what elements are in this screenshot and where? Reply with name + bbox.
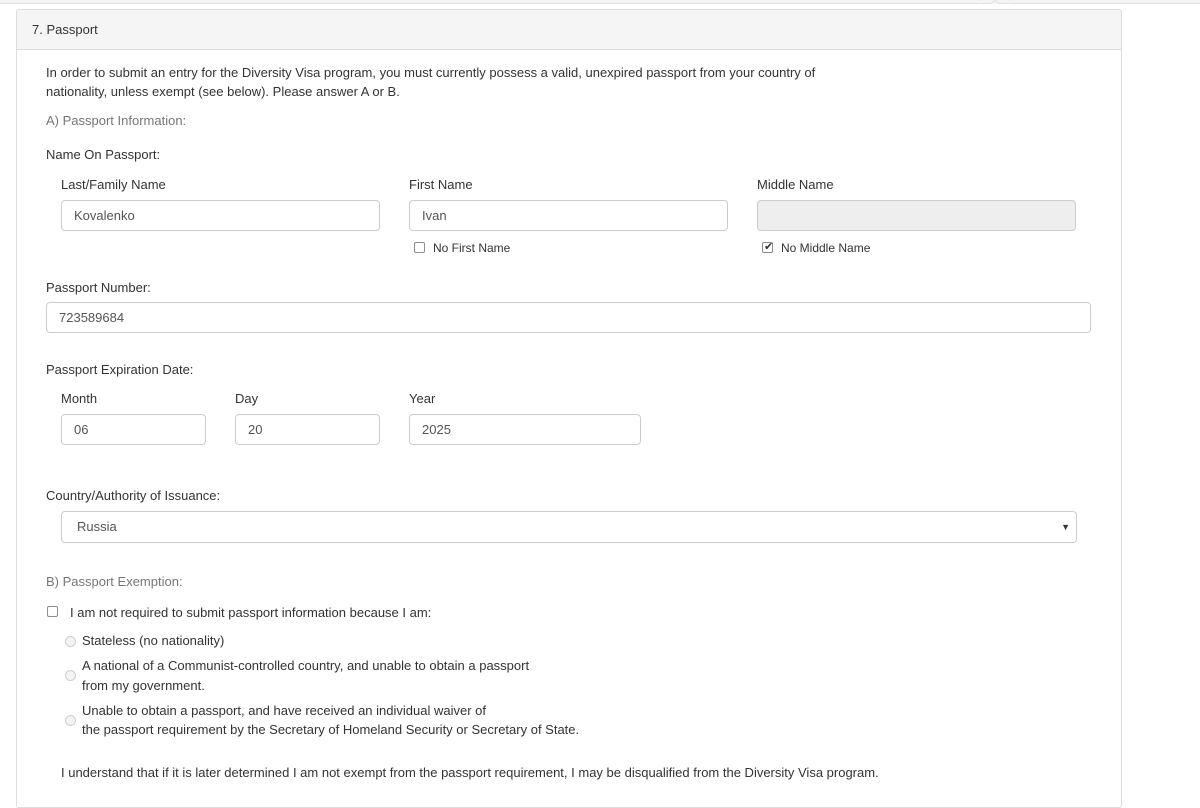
option-communist-line-1: A national of a Communist-controlled cou… [82, 658, 530, 673]
option-waiver-line-2: the passport requirement by the Secretar… [82, 722, 580, 737]
caret-down-icon: ▼ [1061, 522, 1070, 532]
exempt-checkbox-label: I am not required to submit passport inf… [70, 605, 432, 620]
no-first-name-checkbox[interactable] [414, 242, 425, 253]
no-middle-name-checkbox[interactable]: ✔ [762, 241, 774, 253]
radio-communist-country[interactable] [65, 670, 76, 681]
radio-waiver[interactable] [65, 715, 76, 726]
checkmark-icon: ✔ [764, 241, 774, 253]
intro-text-line-2: nationality, unless exempt (see below). … [46, 84, 400, 99]
section-title: 7. Passport [32, 22, 98, 37]
country-label: Country/Authority of Issuance: [46, 488, 221, 503]
option-waiver-line-1: Unable to obtain a passport, and have re… [82, 703, 486, 718]
exempt-checkbox[interactable] [47, 606, 58, 617]
last-name-label: Last/Family Name [61, 177, 166, 192]
day-input[interactable]: 20 [235, 414, 380, 445]
intro-text-line-1: In order to submit an entry for the Dive… [46, 65, 816, 80]
first-name-label: First Name [409, 177, 473, 192]
no-middle-name-label: No Middle Name [781, 241, 871, 255]
month-input[interactable]: 06 [61, 414, 206, 445]
panel-heading: 7. Passport [17, 10, 1121, 50]
top-bar-divider-right [1010, 3, 1200, 4]
top-bar-divider [0, 3, 980, 4]
section-b-label: B) Passport Exemption: [46, 574, 183, 589]
tab-notch-icon [981, 0, 1009, 4]
expiration-date-label: Passport Expiration Date: [46, 362, 194, 377]
month-label: Month [61, 391, 98, 406]
first-name-input[interactable]: Ivan [409, 200, 728, 231]
year-input[interactable]: 2025 [409, 414, 641, 445]
section-a-label: A) Passport Information: [46, 113, 187, 128]
option-stateless-label: Stateless (no nationality) [82, 633, 225, 648]
passport-number-label: Passport Number: [46, 280, 151, 295]
last-name-input[interactable]: Kovalenko [61, 200, 380, 231]
radio-stateless[interactable] [65, 636, 76, 647]
top-bar [0, 0, 1200, 4]
no-first-name-label: No First Name [433, 241, 511, 255]
country-select[interactable]: Russia ▼ [61, 511, 1077, 543]
year-label: Year [409, 391, 436, 406]
passport-number-input[interactable]: 723589684 [46, 302, 1091, 333]
country-select-value: Russia [77, 519, 117, 534]
disclaimer-text: I understand that if it is later determi… [61, 765, 879, 780]
middle-name-label: Middle Name [757, 177, 834, 192]
middle-name-input[interactable] [757, 200, 1076, 231]
option-communist-line-2: from my government. [82, 678, 205, 693]
day-label: Day [235, 391, 259, 406]
name-on-passport-label: Name On Passport: [46, 147, 161, 162]
